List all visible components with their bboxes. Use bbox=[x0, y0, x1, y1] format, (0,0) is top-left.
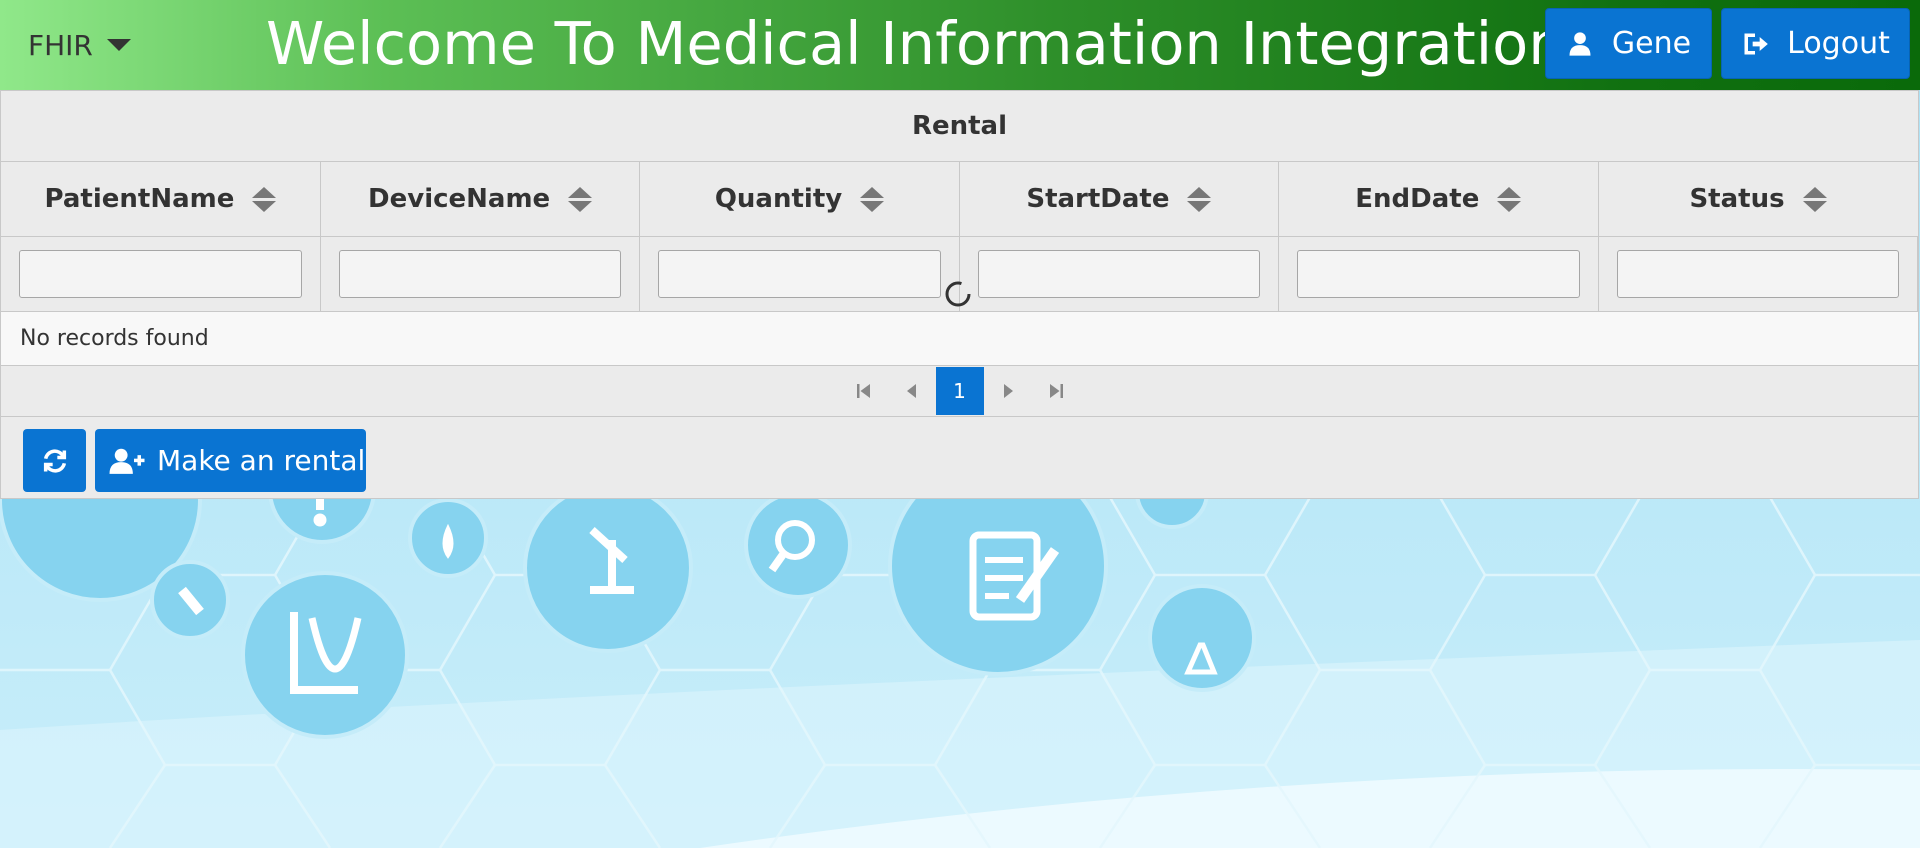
column-header-label: DeviceName bbox=[368, 184, 551, 214]
filter-cell bbox=[320, 236, 641, 312]
user-plus-icon bbox=[109, 448, 145, 474]
filter-cell bbox=[1278, 236, 1599, 312]
logout-label: Logout bbox=[1787, 26, 1890, 61]
caret-down-icon bbox=[106, 39, 131, 51]
column-header-status[interactable]: Status bbox=[1598, 162, 1918, 237]
next-page-button[interactable] bbox=[984, 367, 1032, 415]
column-header-devicename[interactable]: DeviceName bbox=[320, 162, 641, 237]
devicename-filter-input[interactable] bbox=[338, 250, 622, 298]
sort-icon bbox=[1497, 186, 1522, 212]
status-filter-input[interactable] bbox=[1616, 250, 1899, 298]
sort-icon bbox=[860, 186, 885, 212]
column-header-startdate[interactable]: StartDate bbox=[959, 162, 1280, 237]
patientname-filter-input[interactable] bbox=[19, 250, 302, 298]
paginator: 1 bbox=[1, 366, 1918, 417]
make-rental-button[interactable]: Make an rental bbox=[95, 429, 366, 492]
column-header-label: EndDate bbox=[1355, 184, 1480, 214]
panel-toolbar: Make an rental bbox=[1, 417, 1918, 497]
column-header-label: PatientName bbox=[44, 184, 235, 214]
sort-icon bbox=[252, 186, 277, 212]
column-header-patientname[interactable]: PatientName bbox=[1, 162, 321, 237]
sort-icon bbox=[568, 186, 593, 212]
sign-out-icon bbox=[1744, 33, 1768, 54]
filter-cell bbox=[639, 236, 960, 312]
column-header-label: Status bbox=[1689, 184, 1785, 214]
empty-message: No records found bbox=[1, 312, 1918, 366]
prev-page-icon bbox=[906, 384, 916, 398]
user-profile-label: Gene bbox=[1611, 26, 1692, 61]
filter-cell bbox=[1598, 236, 1919, 312]
quantity-filter-input[interactable] bbox=[658, 250, 941, 298]
next-page-icon bbox=[1003, 384, 1013, 398]
refresh-button[interactable] bbox=[23, 429, 86, 492]
first-page-icon bbox=[856, 384, 870, 398]
filter-cell bbox=[959, 236, 1280, 312]
user-icon bbox=[1569, 31, 1591, 56]
column-header-enddate[interactable]: EndDate bbox=[1278, 162, 1599, 237]
page-number-button[interactable]: 1 bbox=[935, 367, 984, 415]
last-page-button[interactable] bbox=[1032, 367, 1080, 415]
user-profile-button[interactable]: Gene bbox=[1545, 8, 1712, 79]
logout-button[interactable]: Logout bbox=[1721, 8, 1910, 79]
refresh-icon bbox=[43, 448, 66, 473]
column-header-label: Quantity bbox=[714, 184, 843, 214]
fhir-menu-label: FHIR bbox=[28, 28, 93, 62]
make-rental-label: Make an rental bbox=[157, 444, 366, 477]
sort-icon bbox=[1187, 186, 1212, 212]
startdate-filter-input[interactable] bbox=[977, 250, 1261, 298]
first-page-button[interactable] bbox=[840, 367, 888, 415]
panel-title: Rental bbox=[1, 91, 1918, 162]
last-page-icon bbox=[1049, 384, 1063, 398]
sort-icon bbox=[1802, 186, 1827, 212]
filter-cell bbox=[1, 236, 321, 312]
column-header-quantity[interactable]: Quantity bbox=[639, 162, 960, 237]
column-header-label: StartDate bbox=[1026, 184, 1170, 214]
fhir-menu-dropdown[interactable]: FHIR bbox=[14, 20, 145, 70]
prev-page-button[interactable] bbox=[888, 367, 936, 415]
welcome-banner-text: Welcome To Medical Information Integrati… bbox=[266, 9, 1546, 78]
loading-spinner-icon bbox=[945, 281, 971, 307]
enddate-filter-input[interactable] bbox=[1297, 250, 1580, 298]
top-navigation-bar: FHIR Welcome To Medical Information Inte… bbox=[0, 0, 1920, 90]
